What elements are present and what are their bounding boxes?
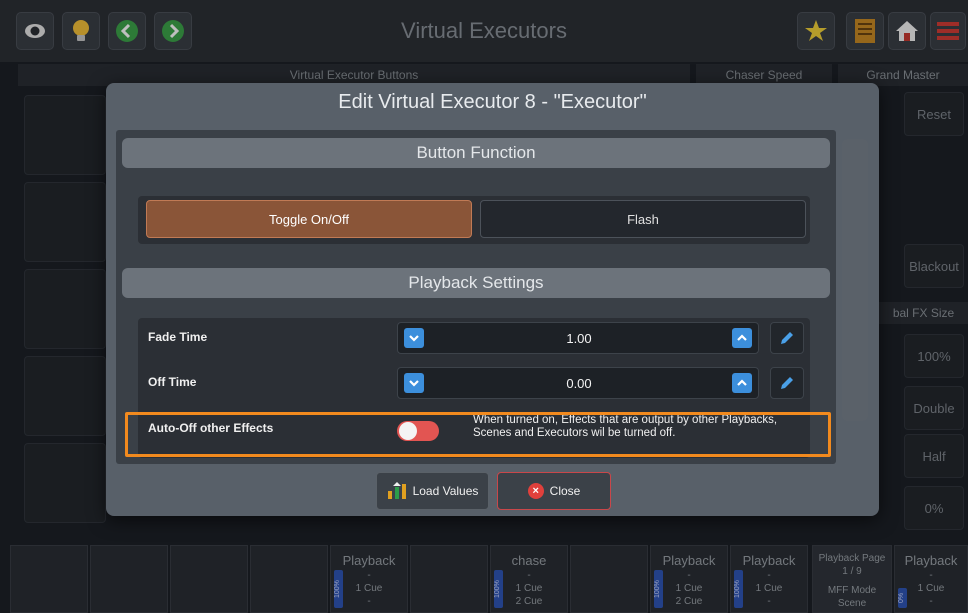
button-function-header: Button Function	[122, 138, 830, 168]
fade-time-label: Fade Time	[148, 330, 208, 344]
fade-time-row: Fade Time 1.00	[138, 318, 810, 358]
close-label: Close	[549, 484, 581, 498]
load-values-button[interactable]: Load Values	[376, 472, 489, 510]
off-time-stepper: 0.00	[397, 367, 759, 399]
pencil-icon	[781, 332, 793, 344]
off-time-row: Off Time 0.00	[138, 363, 810, 403]
dialog-scrollbar[interactable]	[842, 139, 868, 421]
load-values-icon	[387, 482, 406, 499]
toggle-on-off-button[interactable]: Toggle On/Off	[146, 200, 472, 238]
off-time-value[interactable]: 0.00	[428, 376, 730, 391]
load-values-label: Load Values	[412, 484, 479, 498]
dialog-title: Edit Virtual Executor 8 - "Executor"	[338, 91, 647, 113]
edit-off-time-button[interactable]	[770, 367, 804, 399]
pencil-icon	[781, 377, 793, 389]
decrease-off-time-button[interactable]	[404, 373, 424, 393]
flash-button[interactable]: Flash	[480, 200, 806, 238]
increase-fade-time-button[interactable]	[732, 328, 752, 348]
fade-time-stepper: 1.00	[397, 322, 759, 354]
close-button[interactable]: × Close	[497, 472, 611, 510]
edit-fade-time-button[interactable]	[770, 322, 804, 354]
button-function-group: Toggle On/Off Flash	[138, 196, 810, 244]
increase-off-time-button[interactable]	[732, 373, 752, 393]
fade-time-value[interactable]: 1.00	[428, 331, 730, 346]
off-time-label: Off Time	[148, 375, 197, 389]
playback-settings-header: Playback Settings	[122, 268, 830, 298]
highlight-box	[125, 412, 831, 457]
close-icon: ×	[527, 483, 544, 499]
decrease-fade-time-button[interactable]	[404, 328, 424, 348]
